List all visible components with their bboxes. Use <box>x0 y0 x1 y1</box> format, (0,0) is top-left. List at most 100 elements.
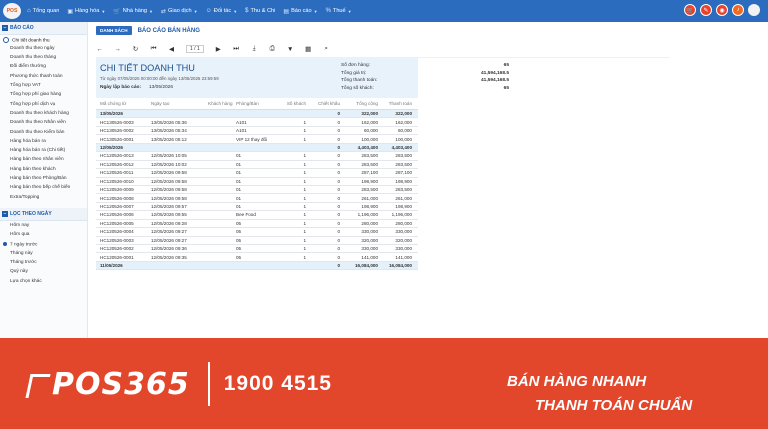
table-cell: 1,196,000 <box>357 212 378 218</box>
menu-item[interactable]: ☺ Đối tác ▼ <box>206 8 238 14</box>
sidebar-report-item[interactable]: Tổng hợp phí giao hàng <box>0 91 87 100</box>
table-row[interactable]: HC120526-0006 12/05/2026 09:55 Bee Food 1 0 1… <box>96 211 418 220</box>
print-icon[interactable]: ⎙ <box>269 45 276 53</box>
arrow-right-icon[interactable]: → <box>114 46 121 53</box>
sidebar-date-filter-item[interactable]: Tháng trước <box>0 259 87 268</box>
column-header[interactable]: Tổng cộng <box>340 101 378 106</box>
menu-item[interactable]: ▣ Hàng hóa ▼ <box>67 8 105 15</box>
sidebar-report-item[interactable]: Doanh thu theo tháng <box>0 54 87 63</box>
layout-icon[interactable]: ▦ <box>305 45 312 53</box>
table-cell: 287,100 <box>395 170 412 176</box>
sidebar-date-filter-item[interactable]: 7 ngày trước <box>0 240 87 249</box>
menu-item[interactable]: ▤ Báo cáo ▼ <box>283 8 317 15</box>
bell-icon[interactable]: ♪ <box>732 4 744 16</box>
table-row[interactable]: HC120526-0010 12/05/2026 09:58 01 1 0 198,900… <box>96 178 418 186</box>
column-header[interactable]: Chiết khấu <box>306 101 340 106</box>
app-root: POS ⌂ Tổng quan ▣ Hàng hóa ▼ 🛒 Nhà hàng ▼ ⇄ Giao … <box>0 0 768 429</box>
sidebar-date-filter-item[interactable]: Quý này <box>0 268 87 277</box>
table-row[interactable]: HC120526-0001 12/05/2026 09:35 05 1 0 141,000… <box>96 253 418 262</box>
menu-item[interactable]: 🛒 Nhà hàng ▼ <box>113 8 153 15</box>
user-avatar[interactable] <box>748 4 760 16</box>
slogan-line-2: THANH TOÁN CHUẨN <box>535 397 693 414</box>
banner-left: POS365 1900 4515 <box>25 362 332 406</box>
group-row[interactable]: 12/05/2026 0 4,403,400 4,403,400 <box>96 143 418 153</box>
sidebar-report-item[interactable]: Doanh thu theo Kiểm bàn <box>0 128 87 137</box>
column-header[interactable]: Mã chứng từ <box>96 101 151 106</box>
sidebar-report-item[interactable]: Đối điểm thưởng <box>0 63 87 72</box>
table-row[interactable]: HC130526-0001 13/05/2026 05:12 VIP 12 thay… <box>96 135 418 144</box>
sidebar-report-item[interactable]: Phương thức thanh toán <box>0 72 87 81</box>
group-row[interactable]: 13/05/2026 0 322,000 322,000 <box>96 110 418 119</box>
sidebar-date-filter-item[interactable]: Hôm qua <box>0 231 87 240</box>
table-row[interactable]: HC120526-0005 12/05/2026 09:28 05 1 0 280,000… <box>96 220 418 229</box>
table-row[interactable]: HC120526-0003 12/05/2026 09:27 05 1 0 320,000… <box>96 237 418 245</box>
cart-icon[interactable]: 🛒 <box>684 4 696 16</box>
group-row[interactable]: 11/05/2026 0 16,084,000 16,084,000 <box>96 261 418 271</box>
sidebar-report-item[interactable]: Doanh thu theo ngày <box>0 44 87 53</box>
table-cell: HC120526-0012 <box>100 161 134 167</box>
sidebar-report-item[interactable]: Tổng hợp VAT <box>0 81 87 90</box>
sidebar-report-item[interactable]: Doanh thu theo Nhân viên <box>0 119 87 128</box>
table-row[interactable]: HC130526-0002 13/05/2026 05:34 A101 1 0 60,00… <box>96 127 418 136</box>
menu-item[interactable]: % Thuế ▼ <box>326 8 352 14</box>
table-row[interactable]: HC120526-0008 12/05/2026 09:58 01 1 0 261,000… <box>96 194 418 203</box>
table-row[interactable]: HC120526-0002 12/05/2026 09:36 05 1 0 330,000… <box>96 245 418 254</box>
table-row[interactable]: HC120526-0009 12/05/2026 09:58 01 1 0 283,500… <box>96 186 418 195</box>
table-row[interactable]: HC120526-0004 12/05/2026 09:27 05 1 0 330,000… <box>96 228 418 237</box>
sidebar-report-item[interactable]: Hàng bán theo nhân viên <box>0 156 87 165</box>
sidebar-report-item[interactable]: Hàng hóa bán ra <box>0 137 87 146</box>
table-cell: 1 <box>303 246 306 252</box>
prev-page-icon[interactable]: ◀ <box>168 45 175 53</box>
brand-logo: POS365 <box>52 366 190 402</box>
app-logo[interactable]: POS <box>3 3 21 19</box>
table-row[interactable]: HC130526-0003 13/05/2026 05:36 A101 1 0 162,0… <box>96 118 418 127</box>
table-cell: 283,500 <box>361 153 378 159</box>
table-row[interactable]: HC120526-0007 12/05/2026 09:57 01 1 0 198,900… <box>96 203 418 212</box>
menu-item[interactable]: $ Thu & Chi <box>245 8 275 14</box>
menu-item[interactable]: ⇄ Giao dịch ▼ <box>161 8 198 15</box>
sidebar-report-item[interactable]: Doanh thu theo khách hàng <box>0 109 87 118</box>
refresh-icon[interactable]: ↻ <box>132 45 139 53</box>
edit-icon[interactable]: ✎ <box>700 4 712 16</box>
list-button[interactable]: DANH SÁCH <box>96 26 132 35</box>
sidebar-report-item[interactable]: Extra/Topping <box>0 193 87 202</box>
minus-icon[interactable]: − <box>2 211 8 218</box>
column-header[interactable]: Thanh toán <box>378 101 414 106</box>
minus-icon[interactable]: − <box>2 25 8 31</box>
next-page-icon[interactable]: ▶ <box>215 45 222 53</box>
column-header[interactable]: Số khách <box>280 101 306 106</box>
table-cell: 01 <box>236 187 242 193</box>
table-header: Mã chứng từ Ngày tạo Khách hàng Phòng/Bàn Số… <box>96 98 418 110</box>
sidebar-report-item[interactable]: Hàng hóa bán ra (Chi tiết) <box>0 147 87 156</box>
search-icon[interactable]: ⌕ <box>323 45 330 53</box>
table-row[interactable]: HC120526-0012 12/05/2026 10:02 01 1 0 283,500… <box>96 161 418 170</box>
sidebar-report-item[interactable]: Hàng bán theo bếp chế biến <box>0 184 87 193</box>
table-cell: 11/05/2026 <box>100 263 123 269</box>
sidebar-date-filter-item[interactable]: Lựa chọn khác <box>0 277 87 286</box>
sidebar-date-filter-item[interactable]: Hôm nay <box>0 221 87 230</box>
location-icon[interactable]: ◉ <box>716 4 728 16</box>
sidebar-report-item[interactable]: Hàng bán theo Phòng/Bàn <box>0 174 87 183</box>
export-icon[interactable]: ⤓ <box>251 45 258 53</box>
last-page-icon[interactable]: ⏭ <box>233 45 240 53</box>
first-page-icon[interactable]: ⏮ <box>150 45 157 53</box>
table-cell: 1 <box>303 128 306 134</box>
page-title: BÁO CÁO BÁN HÀNG <box>137 27 200 34</box>
sidebar-date-filter-item[interactable]: Tháng này <box>0 249 87 258</box>
sidebar-report-item[interactable]: Chi tiết doanh thu <box>0 35 87 44</box>
table-cell: 4,403,400 <box>391 144 412 150</box>
page-field[interactable]: 1 / 1 <box>186 45 204 53</box>
menu-item[interactable]: ⌂ Tổng quan <box>27 8 59 14</box>
table-cell: 100,000 <box>361 136 378 142</box>
sidebar-report-item[interactable]: Hàng bán theo khách <box>0 165 87 174</box>
column-header[interactable]: Khách hàng <box>208 101 236 106</box>
table-cell: 12/05/2026 <box>100 144 123 150</box>
column-header[interactable]: Ngày tạo <box>151 101 208 106</box>
table-cell: 0 <box>337 178 340 184</box>
sidebar-report-item[interactable]: Tổng hợp phí dịch vụ <box>0 100 87 109</box>
column-header[interactable]: Phòng/Bàn <box>236 101 280 106</box>
arrow-left-icon[interactable]: ← <box>96 46 103 53</box>
table-row[interactable]: HC120526-0011 12/05/2026 09:58 01 1 0 287,100… <box>96 169 418 178</box>
table-row[interactable]: HC120526-0013 12/05/2026 10:05 01 1 0 283,500… <box>96 152 418 161</box>
filter-icon[interactable]: ▼ <box>287 46 294 53</box>
